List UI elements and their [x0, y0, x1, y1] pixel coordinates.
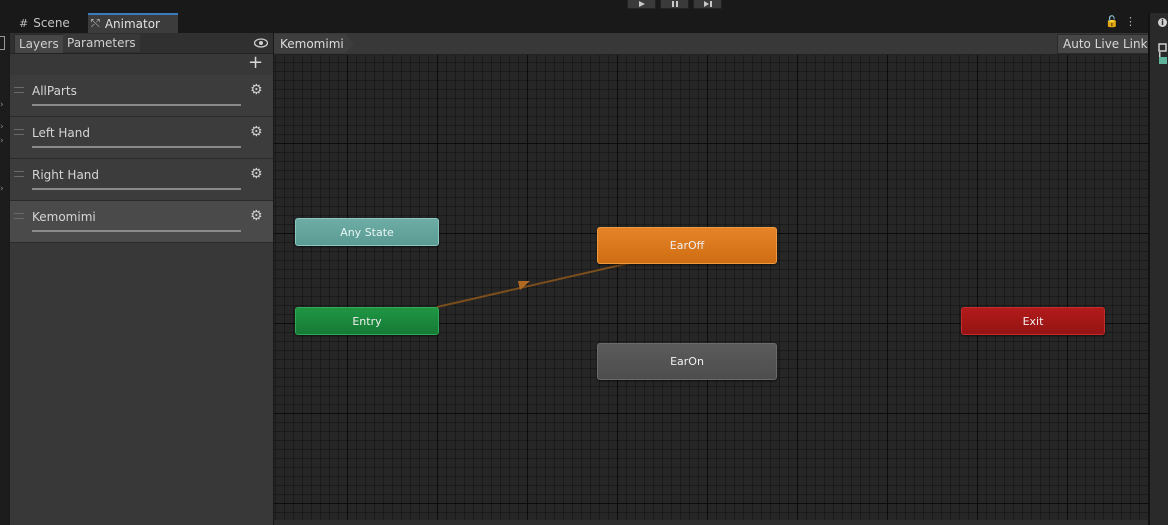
info-icon[interactable]: i [1158, 18, 1167, 27]
tab-parameters[interactable]: Parameters [63, 34, 140, 52]
pause-icon [671, 1, 678, 7]
tab-animator[interactable]: ⤲ Animator [88, 13, 178, 33]
layer-weight-bar [32, 188, 241, 190]
breadcrumb[interactable]: Kemomimi [274, 34, 354, 53]
node-earoff[interactable]: EarOff [597, 227, 777, 264]
layer-row-left-hand[interactable]: Left Hand ⚙ [10, 117, 273, 159]
node-exit[interactable]: Exit [961, 307, 1105, 335]
drag-handle-icon[interactable] [14, 87, 24, 93]
editor-tab-bar [10, 13, 1148, 33]
layer-weight-bar [32, 230, 241, 232]
node-any-state[interactable]: Any State [295, 218, 439, 246]
chevron-right-icon[interactable]: › [0, 122, 4, 132]
grid-icon: # [19, 16, 29, 30]
eye-icon[interactable] [253, 37, 269, 51]
gear-icon[interactable]: ⚙ [250, 82, 263, 98]
node-label: EarOff [669, 239, 705, 252]
step-button[interactable] [693, 0, 722, 9]
play-icon [638, 1, 645, 7]
drag-handle-icon[interactable] [14, 129, 24, 135]
tab-scene-label: Scene [33, 16, 70, 30]
drag-handle-icon[interactable] [14, 171, 24, 177]
auto-live-link-button[interactable]: Auto Live Link [1057, 34, 1154, 54]
tab-options: 🔓⋮ [1105, 15, 1142, 28]
graph-scrollbar[interactable] [274, 520, 1148, 525]
node-entry[interactable]: Entry [295, 307, 439, 335]
node-label: EarOn [670, 355, 704, 368]
play-button[interactable] [627, 0, 656, 9]
layer-row-kemomimi[interactable]: Kemomimi ⚙ [10, 201, 273, 243]
layer-row-allparts[interactable]: AllParts ⚙ [10, 75, 273, 117]
chevron-right-icon[interactable]: › [0, 100, 4, 110]
layer-name: Right Hand [32, 168, 100, 182]
add-layer-button[interactable]: + [248, 54, 263, 72]
top-toolbar [0, 0, 1168, 13]
chevron-right-icon[interactable]: › [0, 184, 4, 194]
transition-layer [436, 261, 635, 308]
more-options-icon[interactable]: ⋮ [1125, 15, 1142, 28]
step-icon [703, 1, 712, 7]
collapsed-panel-icon[interactable] [0, 36, 5, 50]
layer-row-right-hand[interactable]: Right Hand ⚙ [10, 159, 273, 201]
layer-weight-bar [32, 146, 241, 148]
tab-scene[interactable]: # Scene [16, 13, 88, 33]
node-label: Any State [340, 225, 394, 239]
lock-icon[interactable]: 🔓 [1105, 15, 1125, 28]
layer-weight-bar [32, 104, 241, 106]
gear-icon[interactable]: ⚙ [250, 166, 263, 182]
drag-handle-icon[interactable] [14, 213, 24, 219]
gear-icon[interactable]: ⚙ [250, 208, 263, 224]
node-earon[interactable]: EarOn [597, 343, 777, 380]
plus-icon: + [248, 52, 264, 73]
node-label: Entry [352, 314, 382, 328]
breadcrumb-bar [274, 33, 1148, 55]
gear-icon[interactable]: ⚙ [250, 124, 263, 140]
layer-name: AllParts [32, 84, 77, 98]
tab-animator-label: Animator [104, 17, 160, 31]
layer-name: Kemomimi [32, 210, 96, 224]
node-label: Exit [1022, 314, 1044, 328]
pause-button[interactable] [660, 0, 689, 9]
animator-icon: ⤲ [91, 17, 100, 30]
node-graph-icon[interactable] [1158, 43, 1168, 65]
transition-entry-earoff[interactable] [436, 261, 635, 308]
tab-layers[interactable]: Layers [14, 34, 64, 53]
layer-name: Left Hand [32, 126, 90, 140]
chevron-right-icon[interactable]: › [0, 136, 4, 146]
inspector-collapsed-panel [1150, 13, 1168, 525]
